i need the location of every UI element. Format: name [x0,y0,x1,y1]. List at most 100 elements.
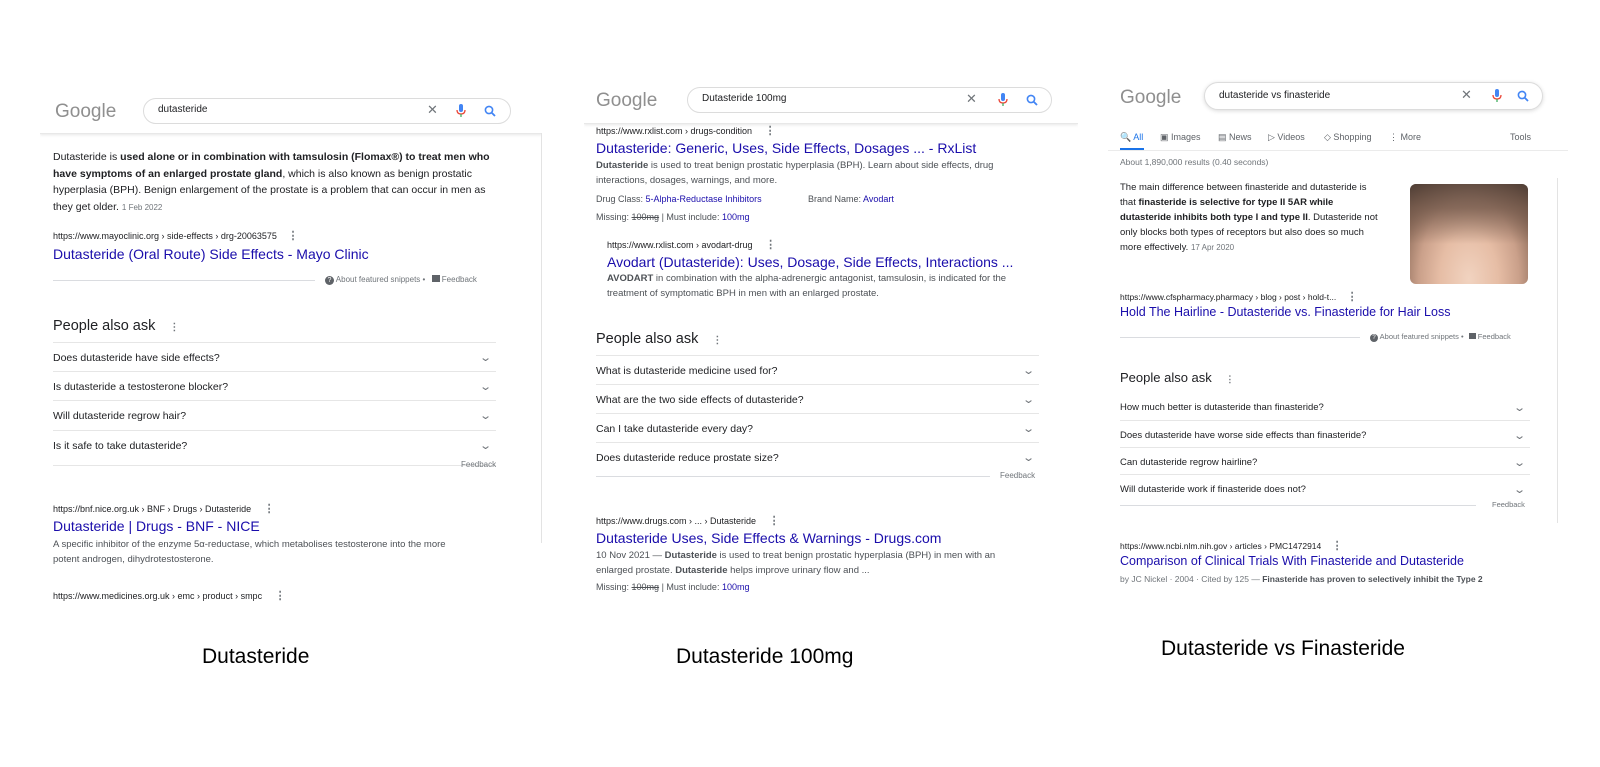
paa-question[interactable]: What are the two side effects of dutaste… [596,384,1039,414]
must-include-link[interactable]: 100mg [722,582,750,592]
result-url[interactable]: https://www.medicines.org.uk › emc › pro… [53,589,286,602]
tab-videos[interactable]: ▷ Videos [1268,132,1305,143]
result-url[interactable]: https://www.rxlist.com › drugs-condition… [596,124,776,137]
result-snippet: A specific inhibitor of the enzyme 5α-re… [53,539,446,565]
people-also-ask-title: People also ask ⋮ [596,331,723,347]
result-title-link[interactable]: Comparison of Clinical Trials With Finas… [1120,554,1464,568]
paa-question[interactable]: Does dutasteride have worse side effects… [1120,420,1530,448]
drug-class-link[interactable]: 5-Alpha-Reductase Inhibitors [646,194,762,204]
brand-name-link[interactable]: Avodart [863,194,894,204]
paa-question[interactable]: How much better is dutasteride than fina… [1120,393,1530,420]
result-title-link[interactable]: Avodart (Dutasteride): Uses, Dosage, Sid… [607,254,1013,270]
result-title-link[interactable]: Dutasteride: Generic, Uses, Side Effects… [596,140,976,156]
feedback-icon [1468,333,1476,339]
mic-icon[interactable] [1492,89,1502,108]
chevron-down-icon: ⌄ [478,352,492,364]
chevron-down-icon: ⌄ [1512,430,1526,442]
chevron-down-icon: ⌄ [1021,365,1035,377]
paa-question[interactable]: Does dutasteride have side effects? ⌄ [53,342,496,372]
tab-images[interactable]: ▣ Images [1160,132,1201,143]
featured-image[interactable] [1410,184,1528,284]
three-dots-icon[interactable]: ⋮ [287,230,298,242]
result-title-link[interactable]: Dutasteride | Drugs - BNF - NICE [53,518,260,534]
search-icon[interactable] [1026,93,1038,111]
search-box[interactable]: Dutasteride 100mg ✕ [687,87,1052,113]
result-url[interactable]: https://www.drugs.com › ... › Dutasterid… [596,514,780,527]
three-dots-icon[interactable]: ⋮ [169,322,179,333]
three-dots-icon[interactable]: ⋮ [1225,374,1234,384]
feedback-link[interactable]: Feedback [442,275,477,284]
paa-question[interactable]: Does dutasteride reduce prostate size? ⌄ [596,442,1039,472]
three-dots-icon[interactable]: ⋮ [1332,540,1343,552]
brand-name-row: Brand Name: Avodart [808,194,894,204]
paa-question[interactable]: Can dutasteride regrow hairline? ⌄ [1120,447,1530,475]
feedback-link[interactable]: Feedback [1000,471,1035,480]
search-query[interactable]: dutasteride [158,104,207,115]
search-box[interactable]: dutasteride vs finasteride ✕ [1204,82,1543,110]
result-url[interactable]: https://bnf.nice.org.uk › BNF › Drugs › … [53,502,275,515]
result-title-link[interactable]: Hold The Hairline - Dutasteride vs. Fina… [1120,305,1450,319]
google-logo[interactable]: Google [596,90,657,112]
chevron-down-icon: ⌄ [478,410,492,422]
chevron-down-icon: ⌄ [1512,457,1526,469]
paa-question[interactable]: Is dutasteride a testosterone blocker? ⌄ [53,371,496,401]
search-box[interactable]: dutasteride ✕ [143,98,511,124]
close-icon[interactable]: ✕ [1461,87,1472,103]
google-logo[interactable]: Google [55,101,116,123]
tools-button[interactable]: Tools [1510,132,1531,142]
three-dots-icon[interactable]: ⋮ [275,590,286,602]
paa-question[interactable]: Will dutasteride regrow hair? ⌄ [53,400,496,430]
chevron-down-icon: ⌄ [478,440,492,452]
chevron-down-icon: ⌄ [1021,394,1035,406]
screenshot-dutasteride: Google dutasteride ✕ Dutasteride is used… [40,89,542,614]
result-url[interactable]: https://www.ncbi.nlm.nih.gov › articles … [1120,539,1343,552]
tab-all[interactable]: 🔍 All [1120,132,1143,143]
about-featured-snippets[interactable]: ? About featured snippets • Feedback [1370,332,1511,342]
result-snippet: Dutasteride is used to treat benign pros… [596,160,994,186]
tab-news[interactable]: ▤ News [1218,132,1252,143]
featured-snippet-text: The main difference between finasteride … [1120,182,1378,253]
paa-question[interactable]: Will dutasteride work if finasteride doe… [1120,474,1530,504]
google-logo[interactable]: Google [1120,87,1181,109]
drug-class-row: Drug Class: 5-Alpha-Reductase Inhibitors [596,194,762,204]
feedback-link[interactable]: Feedback [1492,500,1525,509]
result-stats: About 1,890,000 results (0.40 seconds) [1120,157,1269,167]
mic-icon[interactable] [456,104,466,123]
three-dots-icon[interactable]: ⋮ [769,515,780,527]
search-query[interactable]: dutasteride vs finasteride [1219,90,1330,101]
caption-dutasteride-100mg: Dutasteride 100mg [676,645,854,668]
feedback-link[interactable]: Feedback [461,460,496,469]
result-url[interactable]: https://www.rxlist.com › avodart-drug ⋮ [607,238,776,251]
must-include-link[interactable]: 100mg [722,212,750,222]
result-url[interactable]: https://www.cfspharmacy.pharmacy › blog … [1120,290,1358,303]
close-icon[interactable]: ✕ [427,102,438,118]
about-featured-snippets[interactable]: ? About featured snippets • Feedback [325,275,477,285]
tab-shopping[interactable]: ◇ Shopping [1324,132,1371,143]
three-dots-icon[interactable]: ⋮ [765,125,776,137]
tab-more[interactable]: ⋮ More [1389,132,1421,143]
people-also-ask-title: People also ask ⋮ [1120,370,1235,385]
three-dots-icon[interactable]: ⋮ [712,335,722,346]
search-icon[interactable] [484,104,496,122]
chevron-down-icon: ⌄ [478,381,492,393]
three-dots-icon[interactable]: ⋮ [1347,291,1358,303]
paa-question[interactable]: Is it safe to take dutasteride? ⌄ [53,430,496,466]
result-title-link[interactable]: Dutasteride (Oral Route) Side Effects - … [53,246,369,262]
close-icon[interactable]: ✕ [966,91,977,107]
missing-terms: Missing: 100mg | Must include: 100mg [596,582,750,592]
feedback-link[interactable]: Feedback [1478,332,1511,341]
mic-icon[interactable] [998,93,1008,112]
help-icon: ? [1370,334,1378,342]
screenshot-dutasteride-vs-finasteride: Google dutasteride vs finasteride ✕ 🔍 Al… [1108,78,1568,598]
search-header: Google Dutasteride 100mg ✕ [584,79,1078,124]
three-dots-icon[interactable]: ⋮ [264,503,275,515]
chevron-down-icon: ⌄ [1021,423,1035,435]
paa-question[interactable]: Can I take dutasteride every day? ⌄ [596,413,1039,443]
result-url[interactable]: https://www.mayoclinic.org › side-effect… [53,229,298,242]
search-icon[interactable] [1517,89,1529,107]
result-title-link[interactable]: Dutasteride Uses, Side Effects & Warning… [596,530,941,546]
screenshot-dutasteride-100mg: Google Dutasteride 100mg ✕ https://www.r… [584,79,1078,614]
search-query[interactable]: Dutasteride 100mg [702,93,787,104]
three-dots-icon[interactable]: ⋮ [765,239,776,251]
paa-question[interactable]: What is dutasteride medicine used for? ⌄ [596,355,1039,385]
